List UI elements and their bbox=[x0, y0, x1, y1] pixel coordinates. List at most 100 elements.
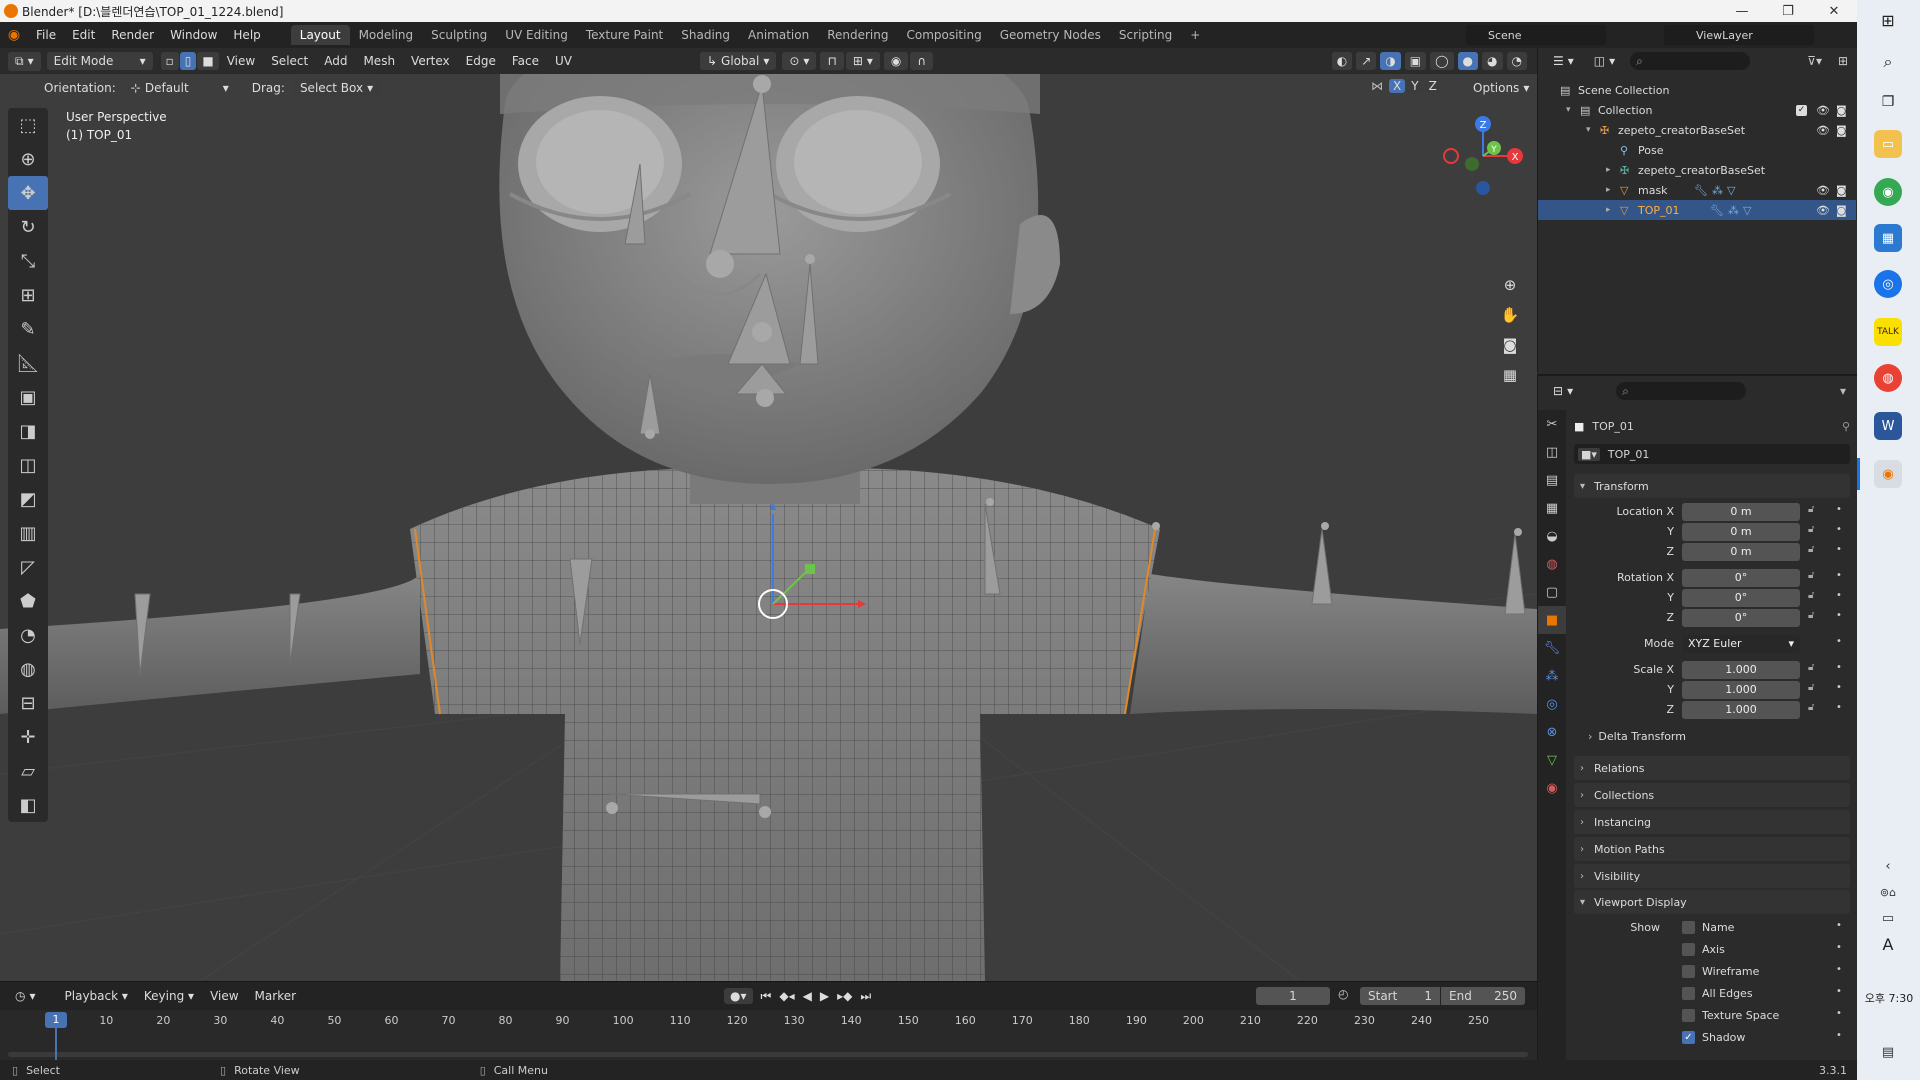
timeline-ruler[interactable]: 1102030405060708090100110120130140150160… bbox=[0, 1010, 1537, 1061]
keyframe-dot-icon[interactable]: • bbox=[1836, 544, 1842, 555]
menu-marker[interactable]: Marker bbox=[247, 989, 304, 1003]
restore-button[interactable]: ❐ bbox=[1765, 0, 1811, 22]
lock-icon[interactable]: 🔓︎ bbox=[1808, 504, 1814, 515]
scale-x-field[interactable]: 1.000 bbox=[1682, 661, 1800, 679]
app-red-icon[interactable]: ◍ bbox=[1874, 364, 1902, 392]
select-box-icon[interactable]: ⬚ bbox=[8, 108, 48, 142]
spin-icon[interactable]: ◔ bbox=[8, 618, 48, 652]
tab-compositing[interactable]: Compositing bbox=[897, 25, 990, 45]
menu-face[interactable]: Face bbox=[504, 54, 547, 68]
cursor-icon[interactable]: ⊕ bbox=[8, 142, 48, 176]
location-x-field[interactable]: 0 m bbox=[1682, 503, 1800, 521]
render-camera-icon[interactable]: ◙ bbox=[1836, 184, 1847, 197]
add-workspace-button[interactable]: + bbox=[1181, 25, 1209, 45]
keyframe-dot-icon[interactable]: • bbox=[1836, 920, 1842, 931]
snap-toggle-button[interactable]: ⊓ bbox=[820, 52, 844, 70]
rotation-x-field[interactable]: 0° bbox=[1682, 569, 1800, 587]
outliner-row[interactable]: ▸ ▽ TOP_01 👁︎ ◙ 🔧︎⁂▽ bbox=[1538, 200, 1856, 220]
navigation-gizmo[interactable]: Z X Y bbox=[1438, 112, 1528, 202]
start-frame-field[interactable]: Start 1 bbox=[1360, 987, 1440, 1005]
rotate-icon[interactable]: ↻ bbox=[8, 210, 48, 244]
physics-icon[interactable]: ◎ bbox=[1538, 690, 1566, 718]
tray-display-icon[interactable]: ▭ bbox=[1874, 904, 1902, 932]
shear-icon[interactable]: ▱ bbox=[8, 754, 48, 788]
play-reverse-icon[interactable]: ◀ bbox=[803, 989, 812, 1003]
pivot-point-button[interactable]: ⊙ ▾ bbox=[782, 52, 817, 70]
taskbar-clock[interactable]: 오후 7:30 bbox=[1861, 990, 1917, 1006]
data-icon[interactable]: ▽ bbox=[1538, 746, 1566, 774]
modifier-tab-icon[interactable]: 🔧︎ bbox=[1538, 634, 1566, 662]
tab-uv-editing[interactable]: UV Editing bbox=[496, 25, 577, 45]
menu-add[interactable]: Add bbox=[316, 54, 355, 68]
menu-uv[interactable]: UV bbox=[547, 54, 580, 68]
delta-transform-subpanel[interactable]: › Delta Transform bbox=[1588, 730, 1686, 743]
show-option-checkbox[interactable]: ✓ bbox=[1682, 1031, 1695, 1044]
scale-icon[interactable]: ⤡ bbox=[8, 244, 48, 278]
lock-icon[interactable]: 🔓︎ bbox=[1808, 590, 1814, 601]
transform-panel-header[interactable]: ▾ Transform bbox=[1574, 474, 1850, 498]
world-icon[interactable]: ◍ bbox=[1538, 550, 1566, 578]
measure-icon[interactable]: 📐︎ bbox=[8, 346, 48, 380]
object-tab-icon[interactable]: ■ bbox=[1538, 606, 1566, 634]
outliner-type-button[interactable]: ☰ ▾ bbox=[1546, 52, 1581, 70]
material-shading-icon[interactable]: ◕ bbox=[1482, 52, 1503, 70]
expand-down-icon[interactable]: ▾ bbox=[1586, 125, 1591, 135]
current-frame-field[interactable]: 1 bbox=[1256, 987, 1330, 1005]
rendered-shading-icon[interactable]: ◔ bbox=[1506, 52, 1527, 70]
edge-slide-icon[interactable]: ⊟ bbox=[8, 686, 48, 720]
rip-icon[interactable]: ◧ bbox=[8, 788, 48, 822]
knife-icon[interactable]: ◸ bbox=[8, 550, 48, 584]
add-cube-icon[interactable]: ▣ bbox=[8, 380, 48, 414]
tray-network-icon[interactable]: ⊚⌂ bbox=[1874, 878, 1902, 906]
file-explorer-icon[interactable]: ▭ bbox=[1874, 130, 1902, 158]
menu-mesh[interactable]: Mesh bbox=[355, 54, 403, 68]
extrude-icon[interactable]: ◨ bbox=[8, 414, 48, 448]
mirror-x-toggle[interactable]: X bbox=[1389, 79, 1406, 93]
outliner-row[interactable]: ▾ ▤ Collection ✓ 👁︎ ◙ bbox=[1538, 100, 1856, 120]
keyframe-dot-icon[interactable]: • bbox=[1836, 1030, 1842, 1041]
new-collection-icon[interactable]: ⊞ bbox=[1838, 54, 1848, 68]
scene-icon[interactable]: ◒ bbox=[1538, 522, 1566, 550]
outliner-row[interactable]: ▤ Scene Collection bbox=[1538, 80, 1856, 100]
camera-view-icon[interactable]: ◙ bbox=[1496, 330, 1524, 360]
shrink-fatten-icon[interactable]: ✛ bbox=[8, 720, 48, 754]
vertex-select-icon[interactable]: ▫ bbox=[160, 52, 179, 70]
rotation-mode-select[interactable]: XYZ Euler ▾ bbox=[1682, 635, 1800, 653]
keyframe-dot-icon[interactable]: • bbox=[1836, 524, 1842, 535]
gizmo-neg-x[interactable] bbox=[1443, 148, 1459, 164]
viewport-display-panel-header[interactable]: ▾ Viewport Display bbox=[1574, 890, 1850, 914]
recorder-icon[interactable]: ◎ bbox=[1874, 270, 1902, 298]
panel-header[interactable]: › Instancing bbox=[1574, 810, 1850, 834]
object-type-icon[interactable]: ■▾ bbox=[1578, 447, 1600, 461]
material-icon[interactable]: ◉ bbox=[1538, 774, 1566, 802]
menu-edit[interactable]: Edit bbox=[64, 28, 103, 42]
play-icon[interactable]: ▶ bbox=[820, 989, 829, 1003]
menu-keying[interactable]: Keying ▾ bbox=[136, 989, 202, 1003]
tab-rendering[interactable]: Rendering bbox=[818, 25, 897, 45]
outliner-row[interactable]: ▾ ✠ zepeto_creatorBaseSet 👁︎ ◙ bbox=[1538, 120, 1856, 140]
show-option-checkbox[interactable] bbox=[1682, 987, 1695, 1000]
timeline-scrollbar[interactable] bbox=[8, 1052, 1528, 1057]
panel-header[interactable]: › Relations bbox=[1574, 756, 1850, 780]
record-icon[interactable]: ●▾ bbox=[724, 988, 753, 1004]
visibility-icon[interactable]: ◐ bbox=[1331, 52, 1353, 70]
notification-icon[interactable]: ▤ bbox=[1874, 1038, 1902, 1066]
lock-icon[interactable]: 🔓︎ bbox=[1808, 702, 1814, 713]
options-button[interactable]: Options ▾ bbox=[1466, 79, 1536, 97]
keyframe-dot-icon[interactable]: • bbox=[1836, 662, 1842, 673]
location-y-field[interactable]: 0 m bbox=[1682, 523, 1800, 541]
bevel-icon[interactable]: ◩ bbox=[8, 482, 48, 516]
panel-header[interactable]: › Collections bbox=[1574, 783, 1850, 807]
perspective-toggle-icon[interactable]: ▦ bbox=[1496, 360, 1524, 390]
gizmo-icon[interactable]: ↗ bbox=[1356, 52, 1377, 70]
next-keyframe-icon[interactable]: ▸◆ bbox=[837, 989, 852, 1003]
gizmo-neg-y[interactable] bbox=[1465, 157, 1479, 171]
keyframe-dot-icon[interactable]: • bbox=[1836, 964, 1842, 975]
expand-right-icon[interactable]: ▸ bbox=[1606, 165, 1611, 175]
orientation-selector[interactable]: ⊹ Default ▾ bbox=[124, 79, 236, 97]
lock-icon[interactable]: 🔓︎ bbox=[1808, 524, 1814, 535]
chrome-icon[interactable]: ◉ bbox=[1874, 178, 1902, 206]
visibility-eye-icon[interactable]: 👁︎ bbox=[1816, 204, 1830, 217]
outliner-search-input[interactable]: ⌕ bbox=[1630, 52, 1751, 70]
show-option-checkbox[interactable] bbox=[1682, 1009, 1695, 1022]
